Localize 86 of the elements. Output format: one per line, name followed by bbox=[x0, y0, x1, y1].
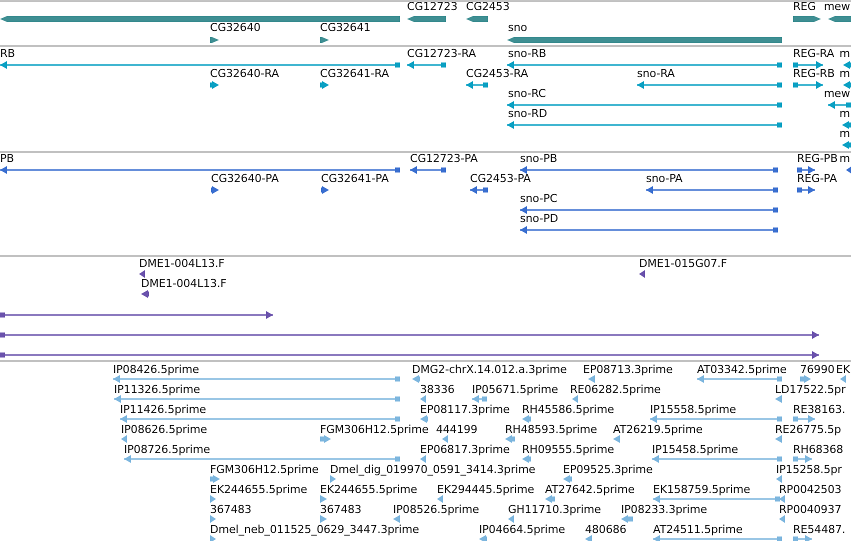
feature-label: RH48593.5prime bbox=[505, 423, 598, 436]
feature-label: sno-RC bbox=[508, 87, 546, 100]
feature-label: RH68368 bbox=[793, 443, 844, 456]
feature-label: EP09525.3prime bbox=[563, 463, 653, 476]
feature-label: REG-RB bbox=[793, 67, 835, 80]
feature-label: DME1-015G07.F bbox=[639, 257, 727, 270]
feature-label: REG-PB bbox=[797, 152, 838, 165]
feature-label: m bbox=[839, 47, 850, 60]
feature-label: LD17522.5pr bbox=[775, 383, 846, 396]
feature-label: DME1-004L13.F bbox=[141, 277, 227, 290]
feature-label: RH09555.5prime bbox=[522, 443, 614, 456]
feature-label: m bbox=[839, 67, 850, 80]
feature-label: sno-RD bbox=[508, 107, 548, 120]
feature-label: CG2453-RA bbox=[466, 67, 528, 80]
feature-label: REG bbox=[793, 2, 816, 13]
feature-label: IP08526.5prime bbox=[393, 503, 480, 516]
feature-label: sno-RA bbox=[637, 67, 675, 80]
feature-label: CG32641-RA bbox=[320, 67, 389, 80]
feature-label: 367483 bbox=[210, 503, 252, 516]
feature-label: IP15458.5prime bbox=[652, 443, 738, 456]
feature-label: IP08726.5prime bbox=[124, 443, 210, 456]
feature-label: sno-PC bbox=[520, 192, 558, 205]
feature-label: AT27642.5prime bbox=[545, 483, 635, 496]
feature-label: m bbox=[839, 127, 850, 140]
feature-label: 76990 bbox=[800, 363, 834, 376]
feature-label: REG-PA bbox=[797, 172, 837, 185]
feature-label: FGM306H12.5prime bbox=[320, 423, 429, 436]
feature-label: FGM306H12.5prime bbox=[210, 463, 319, 476]
feature-label: AT24511.5prime bbox=[653, 523, 743, 536]
feature-label: AT03342.5prime bbox=[697, 363, 787, 376]
feature-label: CG2453-PA bbox=[470, 172, 531, 185]
feature-label: CG2453 bbox=[466, 2, 510, 13]
feature-label: RE26775.5p bbox=[775, 423, 842, 436]
feature-label: CG12723-RA bbox=[407, 47, 476, 60]
feature-label: sno bbox=[508, 21, 528, 34]
feature-label: PB bbox=[0, 152, 14, 165]
feature-label: IP15258.5pr bbox=[776, 463, 842, 476]
feature-label: CG12723-PA bbox=[410, 152, 478, 165]
feature-label: RP0042503 bbox=[779, 483, 842, 496]
feature-label: CG32640-RA bbox=[210, 67, 279, 80]
feature-label: EP08117.3prime bbox=[420, 403, 510, 416]
feature-label: EK bbox=[836, 363, 850, 376]
feature-label: CG32640-PA bbox=[211, 172, 279, 185]
feature-label: IP08233.3prime bbox=[621, 503, 708, 516]
feature-label: Dmel_dig_019970_0591_3414.3prime bbox=[330, 463, 536, 476]
feature-label: EK294445.5prime bbox=[437, 483, 534, 496]
feature-label: sno-PD bbox=[520, 212, 558, 225]
feature-label: IP15558.5prime bbox=[650, 403, 736, 416]
feature-label: 444199 bbox=[436, 423, 478, 436]
feature-label: Dmel_neb_011525_0629_3447.3prime bbox=[210, 523, 420, 536]
feature-label: AT26219.5prime bbox=[613, 423, 703, 436]
feature-label: EP06817.3prime bbox=[420, 443, 510, 456]
feature-label: mew bbox=[824, 2, 850, 13]
feature-label: REG-RA bbox=[793, 47, 834, 60]
feature-label: CG32641 bbox=[320, 21, 370, 34]
feature-label: RE54487. bbox=[793, 523, 846, 536]
feature-label: EP08713.3prime bbox=[583, 363, 673, 376]
feature-label: CG12723 bbox=[407, 2, 458, 13]
feature-label: EK158759.5prime bbox=[653, 483, 750, 496]
feature-label: DME1-004L13.F bbox=[139, 257, 225, 270]
feature-label: sno-PA bbox=[646, 172, 682, 185]
feature-label: 38336 bbox=[420, 383, 454, 396]
feature-label: CG32640 bbox=[210, 21, 260, 34]
feature-label: IP08626.5prime bbox=[121, 423, 208, 436]
feature-label: 480686 bbox=[585, 523, 626, 536]
feature-label: m bbox=[839, 152, 850, 165]
feature-label: RP0040937 bbox=[779, 503, 842, 516]
feature-label: IP11426.5prime bbox=[120, 403, 206, 416]
feature-label: IP11326.5prime bbox=[114, 383, 200, 396]
feature-label: GH11710.3prime bbox=[508, 503, 601, 516]
feature-label: RE38163. bbox=[793, 403, 846, 416]
feature-label: EK244655.5prime bbox=[320, 483, 418, 496]
feature-label: 367483 bbox=[320, 503, 362, 516]
feature-label: RE06282.5prime bbox=[570, 383, 661, 396]
feature-label: EK244655.5prime bbox=[210, 483, 308, 496]
feature-label: IP04664.5prime bbox=[479, 523, 566, 536]
feature-label: mew bbox=[824, 87, 850, 100]
feature-label: RH45586.5prime bbox=[522, 403, 614, 416]
feature-label: CG32641-PA bbox=[321, 172, 389, 185]
feature-label: sno-RB bbox=[508, 47, 546, 60]
feature-label: IP05671.5prime bbox=[472, 383, 558, 396]
feature-label: DMG2-chrX.14.012.a.3prime bbox=[412, 363, 567, 376]
feature-label: sno-PB bbox=[520, 152, 558, 165]
feature-label: RB bbox=[0, 47, 15, 60]
feature-label: IP08426.5prime bbox=[113, 363, 200, 376]
feature-label: m bbox=[839, 107, 850, 120]
